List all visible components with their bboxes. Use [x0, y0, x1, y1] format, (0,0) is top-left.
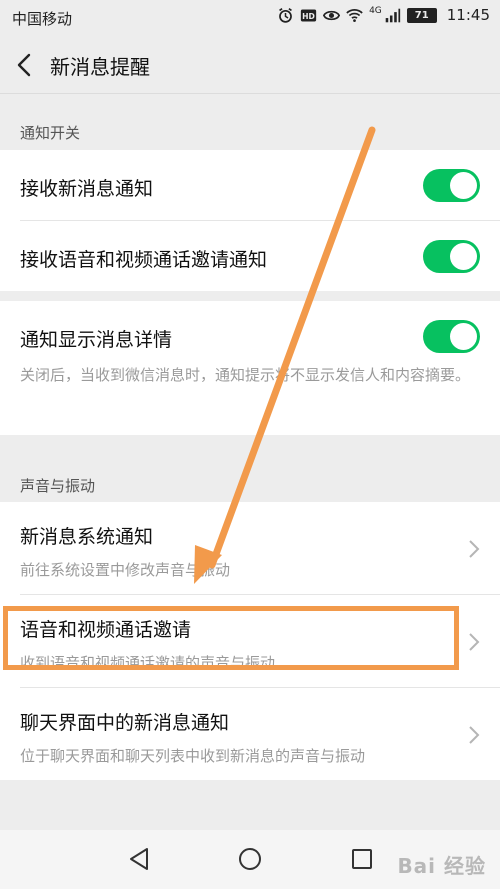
chevron-right-icon — [469, 540, 480, 558]
setting-row-new-message[interactable]: 接收新消息通知 — [0, 150, 500, 220]
section-title-notification: 通知开关 — [20, 124, 81, 142]
watermark: Bai 经验 — [397, 854, 486, 878]
notification-group: 接收新消息通知 接收语音和视频通话邀请通知 — [0, 150, 500, 291]
toggle-knob — [450, 323, 477, 350]
new-message-toggle[interactable] — [423, 169, 480, 202]
setting-label: 接收语音和视频通话邀请通知 — [20, 249, 268, 271]
nav-header: 新消息提醒 — [0, 36, 500, 94]
setting-row-system-notification[interactable]: 新消息系统通知 前往系统设置中修改声音与振动 — [0, 502, 500, 594]
alarm-icon — [279, 7, 292, 23]
battery-icon: 71 — [406, 7, 437, 23]
home-circle-icon[interactable] — [237, 846, 263, 872]
setting-label: 新消息系统通知 — [20, 526, 154, 548]
section-title-sound: 声音与振动 — [20, 477, 96, 495]
back-triangle-icon[interactable] — [126, 846, 152, 872]
network-type: 4G — [369, 6, 382, 16]
annotation-highlight-box — [3, 606, 459, 670]
toggle-knob — [450, 243, 477, 270]
details-group: 通知显示消息详情 关闭后，当收到微信消息时，通知提示将不显示发信人和内容摘要。 — [0, 301, 500, 435]
eye-icon — [323, 10, 341, 20]
clock: 11:45 — [446, 6, 490, 24]
setting-row-show-details[interactable]: 通知显示消息详情 关闭后，当收到微信消息时，通知提示将不显示发信人和内容摘要。 — [0, 301, 500, 435]
chevron-right-icon — [469, 633, 480, 651]
page-title: 新消息提醒 — [50, 55, 150, 79]
svg-text:HD: HD — [302, 11, 315, 20]
recents-square-icon[interactable] — [349, 846, 375, 872]
show-details-toggle[interactable] — [423, 320, 480, 353]
setting-row-chat-notification[interactable]: 聊天界面中的新消息通知 位于聊天界面和聊天列表中收到新消息的声音与振动 — [0, 688, 500, 780]
signal-icon — [385, 8, 400, 22]
toggle-knob — [450, 172, 477, 199]
setting-label: 通知显示消息详情 — [20, 329, 173, 351]
setting-description: 位于聊天界面和聊天列表中收到新消息的声音与振动 — [20, 747, 366, 765]
chevron-left-icon[interactable] — [14, 52, 34, 78]
setting-description: 关闭后，当收到微信消息时，通知提示将不显示发信人和内容摘要。 — [20, 366, 471, 384]
call-invite-toggle[interactable] — [423, 240, 480, 273]
setting-label: 接收新消息通知 — [20, 178, 154, 200]
setting-description: 前往系统设置中修改声音与振动 — [20, 561, 231, 579]
status-bar: 中国移动 HD 4G 71 11:45 — [0, 0, 500, 36]
chevron-right-icon — [469, 726, 480, 744]
status-icons: HD 4G 71 11:45 — [277, 6, 490, 24]
setting-label: 聊天界面中的新消息通知 — [20, 712, 230, 734]
carrier-label: 中国移动 — [12, 10, 73, 28]
setting-row-call-invite[interactable]: 接收语音和视频通话邀请通知 — [0, 221, 500, 291]
wifi-icon — [346, 8, 363, 22]
hd-icon: HD — [300, 9, 317, 21]
